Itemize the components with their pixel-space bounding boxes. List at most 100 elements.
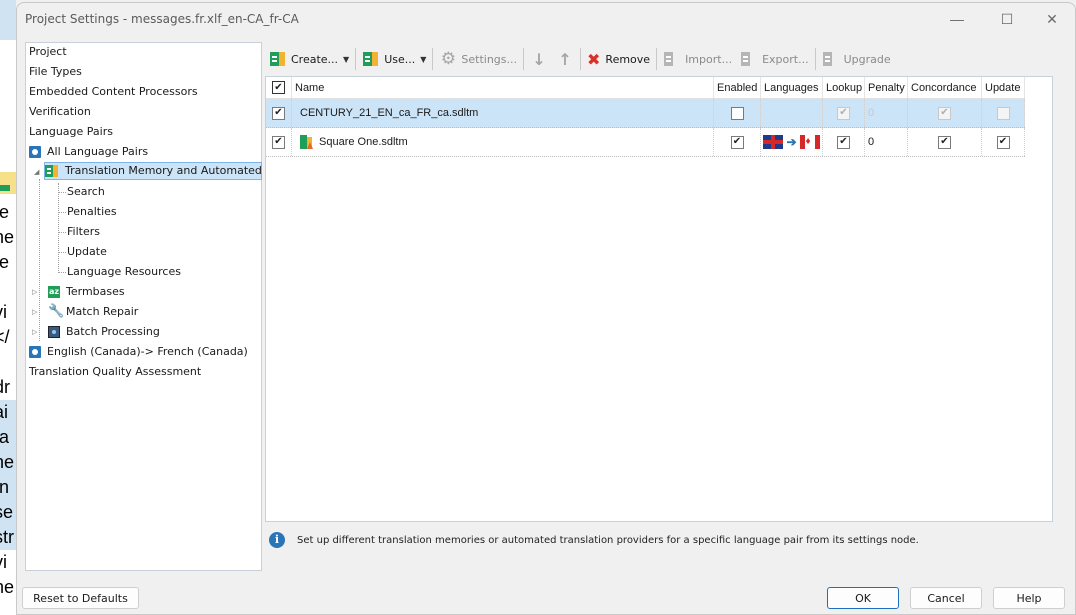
expand-icon[interactable]: ▷ — [32, 328, 40, 336]
tree-item-label: Language Pairs — [29, 125, 113, 138]
languages-cell: ➔ — [761, 128, 823, 156]
tree-item-penalties[interactable]: Penalties — [67, 203, 117, 221]
import-button[interactable]: Import... — [659, 47, 736, 71]
row-checkbox[interactable]: ✔ — [272, 135, 285, 149]
termbase-icon: az — [48, 286, 60, 298]
chevron-down-icon[interactable]: ▼ — [343, 55, 349, 64]
tree-item-label: Project — [29, 45, 67, 58]
export-button[interactable]: Export... — [736, 47, 813, 71]
tree-connector — [58, 183, 59, 273]
tree-item-termbases[interactable]: az Termbases — [48, 283, 125, 301]
move-up-button[interactable]: ↑ — [552, 47, 578, 71]
translation-memory-grid: ✔ Name Enabled Languages Lookup Penalty … — [265, 76, 1053, 522]
chevron-down-icon[interactable]: ▼ — [420, 55, 426, 64]
penalty-value[interactable]: 0 — [865, 128, 908, 156]
tree-item-english-canada-french-canada[interactable]: English (Canada)-> French (Canada) — [29, 343, 248, 361]
close-button[interactable]: ✕ — [1029, 3, 1075, 35]
batch-processing-icon — [48, 326, 60, 338]
file-based-tm-icon — [300, 135, 313, 149]
translation-memory-icon — [45, 164, 59, 178]
tree-item-label: English (Canada)-> French (Canada) — [47, 345, 248, 358]
column-header-lookup[interactable]: Lookup — [823, 77, 865, 98]
expand-icon[interactable]: ▷ — [32, 308, 40, 316]
tree-item-filters[interactable]: Filters — [67, 223, 100, 241]
create-label: Create... — [291, 52, 339, 66]
tree-item-label: Language Resources — [67, 265, 181, 278]
reset-to-defaults-button[interactable]: Reset to Defaults — [22, 587, 139, 609]
language-pair-icon — [29, 146, 41, 158]
enabled-cell: ✔ — [714, 128, 761, 156]
info-icon: i — [269, 532, 285, 548]
update-checkbox[interactable] — [996, 106, 1010, 120]
table-row[interactable]: ✔ CENTURY_21_EN_ca_FR_ca.sdltm ✔ 0 ✔ — [266, 99, 1025, 128]
penalty-value[interactable]: 0 — [865, 99, 908, 127]
tree-item-update[interactable]: Update — [67, 243, 107, 261]
tree-item-file-types[interactable]: File Types — [29, 63, 82, 81]
row-checkbox[interactable]: ✔ — [272, 106, 285, 120]
title-bar: Project Settings - messages.fr.xlf_en-CA… — [17, 3, 1075, 35]
tree-connector — [58, 232, 66, 233]
move-down-button[interactable]: ↓ — [526, 47, 552, 71]
tree-item-project[interactable]: Project — [29, 43, 67, 61]
upgrade-label: Upgrade — [843, 52, 891, 66]
tree-item-embedded-content-processors[interactable]: Embedded Content Processors — [29, 83, 198, 101]
upgrade-button[interactable]: Upgrade — [818, 47, 895, 71]
concordance-checkbox[interactable]: ✔ — [938, 106, 951, 120]
tree-connector — [58, 252, 66, 253]
tree-connector — [39, 179, 40, 341]
tree-item-label: File Types — [29, 65, 82, 78]
tree-item-translation-quality-assessment[interactable]: Translation Quality Assessment — [29, 363, 201, 381]
ok-button[interactable]: OK — [827, 587, 899, 609]
use-button[interactable]: Use... ▼ — [358, 47, 430, 71]
tree-item-language-resources[interactable]: Language Resources — [67, 263, 181, 281]
tree-connector — [58, 192, 66, 193]
enabled-cell — [714, 99, 761, 127]
grid-header: ✔ Name Enabled Languages Lookup Penalty … — [266, 77, 1025, 99]
update-cell — [982, 99, 1025, 127]
tree-item-label: Filters — [67, 225, 100, 238]
enabled-checkbox[interactable] — [730, 106, 744, 120]
select-all-checkbox[interactable]: ✔ — [272, 81, 285, 94]
lookup-checkbox[interactable]: ✔ — [837, 135, 850, 149]
settings-button[interactable]: ⚙ Settings... — [435, 47, 521, 71]
column-header-penalty[interactable]: Penalty — [865, 77, 908, 98]
collapse-icon[interactable]: ◢ — [34, 168, 42, 176]
tree-connector — [58, 272, 66, 273]
cancel-button[interactable]: Cancel — [910, 587, 982, 609]
tree-item-search[interactable]: Search — [67, 183, 105, 201]
tree-item-batch-processing[interactable]: Batch Processing — [48, 323, 160, 341]
enabled-checkbox[interactable]: ✔ — [730, 135, 744, 149]
tree-item-label: All Language Pairs — [47, 145, 149, 158]
concordance-cell: ✔ — [908, 99, 982, 127]
tree-item-all-language-pairs[interactable]: All Language Pairs — [29, 143, 148, 161]
flag-english-canada-icon — [763, 135, 784, 149]
tree-item-translation-memory[interactable]: Translation Memory and Automated Transla… — [44, 162, 262, 180]
settings-label: Settings... — [461, 52, 518, 66]
column-header-name[interactable]: Name — [292, 77, 714, 98]
column-header-languages[interactable]: Languages — [761, 77, 823, 98]
maximize-button[interactable]: ☐ — [984, 3, 1030, 35]
lookup-checkbox[interactable]: ✔ — [837, 106, 850, 120]
expand-icon[interactable]: ▷ — [32, 288, 40, 296]
tree-item-language-pairs[interactable]: Language Pairs — [29, 123, 113, 141]
table-row[interactable]: ✔ Square One.sdltm ✔ ➔ ✔ 0 ✔ ✔ — [266, 128, 1025, 157]
background-application: te ne te vi </ dr ai a ne n se str vi ne — [0, 0, 16, 615]
column-header-enabled[interactable]: Enabled — [714, 77, 761, 98]
tree-item-verification[interactable]: Verification — [29, 103, 91, 121]
remove-button[interactable]: ✖ Remove — [583, 47, 654, 71]
concordance-checkbox[interactable]: ✔ — [938, 135, 951, 149]
header-select-all[interactable]: ✔ — [266, 77, 292, 98]
tree-item-label: Match Repair — [66, 305, 139, 318]
toolbar-separator — [656, 48, 658, 70]
minimize-button[interactable]: — — [934, 3, 980, 35]
column-header-concordance[interactable]: Concordance — [908, 77, 982, 98]
background-app-header — [0, 0, 16, 40]
translation-memory-icon — [362, 51, 380, 67]
toolbar-separator — [580, 48, 582, 70]
tree-item-label: Search — [67, 185, 105, 198]
create-button[interactable]: Create... ▼ — [265, 47, 353, 71]
tree-item-match-repair[interactable]: 🔧 Match Repair — [48, 303, 138, 321]
column-header-update[interactable]: Update — [982, 77, 1025, 98]
update-checkbox[interactable]: ✔ — [996, 135, 1010, 149]
help-button[interactable]: Help — [993, 587, 1065, 609]
